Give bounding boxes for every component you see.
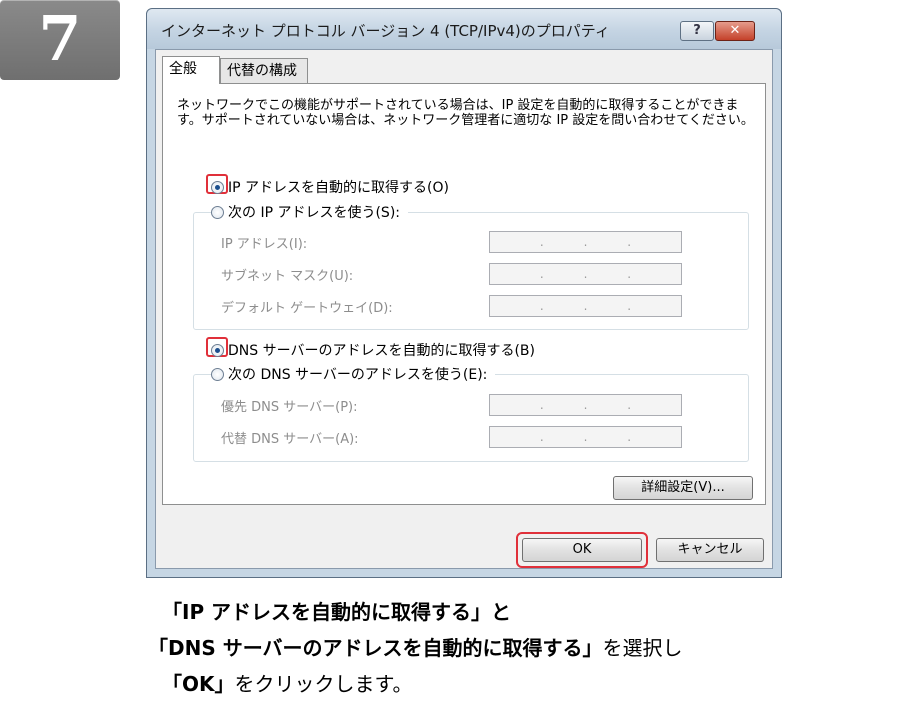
help-button[interactable]: ?	[680, 21, 714, 41]
title-bar[interactable]: インターネット プロトコル バージョン 4 (TCP/IPv4)のプロパティ ?…	[147, 9, 781, 49]
ip-address-label: IP アドレス(I):	[221, 237, 308, 252]
dialog-client-area: 全般 代替の構成 ネットワークでこの機能がサポートされている場合は、IP 設定を…	[155, 49, 773, 569]
default-gateway-input[interactable]: ...	[489, 295, 682, 317]
alternate-dns-label: 代替 DNS サーバー(A):	[221, 432, 359, 447]
cancel-button[interactable]: キャンセル	[656, 538, 764, 562]
subnet-mask-label: サブネット マスク(U):	[221, 269, 354, 284]
ip-auto-label[interactable]: IP アドレスを自動的に取得する(O)	[228, 177, 449, 197]
caption-line-2-normal: を選択し	[602, 636, 683, 660]
ip-manual-radio[interactable]	[211, 205, 224, 219]
ip-auto-radio-row[interactable]: IP アドレスを自動的に取得する(O)	[211, 177, 449, 197]
dns-manual-group	[193, 374, 749, 462]
preferred-dns-input[interactable]: ...	[489, 394, 682, 416]
ip-manual-radio-row[interactable]: 次の IP アドレスを使う(S):	[211, 202, 408, 222]
step-badge: 7	[0, 0, 120, 80]
caption-line-1: 「IP アドレスを自動的に取得する」と	[162, 600, 512, 624]
window-title: インターネット プロトコル バージョン 4 (TCP/IPv4)のプロパティ	[161, 22, 610, 40]
dns-manual-radio-row[interactable]: 次の DNS サーバーのアドレスを使う(E):	[211, 364, 496, 384]
caption-line-2: 「DNS サーバーのアドレスを自動的に取得する」を選択し	[148, 632, 683, 661]
tab-panel-general: ネットワークでこの機能がサポートされている場合は、IP 設定を自動的に取得するこ…	[162, 83, 766, 505]
close-button[interactable]: ✕	[715, 21, 755, 41]
dns-auto-label[interactable]: DNS サーバーのアドレスを自動的に取得する(B)	[228, 340, 535, 360]
dns-manual-radio[interactable]	[211, 367, 224, 381]
dns-auto-radio[interactable]	[211, 343, 224, 357]
dns-manual-label[interactable]: 次の DNS サーバーのアドレスを使う(E):	[228, 364, 487, 384]
alternate-dns-input[interactable]: ...	[489, 426, 682, 448]
ip-address-input[interactable]: ...	[489, 231, 682, 253]
caption-line-2-bold: 「DNS サーバーのアドレスを自動的に取得する」	[148, 636, 603, 660]
properties-dialog: インターネット プロトコル バージョン 4 (TCP/IPv4)のプロパティ ?…	[146, 8, 782, 578]
intro-text: ネットワークでこの機能がサポートされている場合は、IP 設定を自動的に取得するこ…	[177, 98, 754, 128]
advanced-button[interactable]: 詳細設定(V)...	[613, 476, 753, 500]
step-number: 7	[38, 2, 82, 75]
preferred-dns-label: 優先 DNS サーバー(P):	[221, 400, 358, 415]
caption-line-3-normal: をクリックします。	[234, 672, 413, 696]
ok-button[interactable]: OK	[522, 538, 642, 562]
caption-line-3-bold: 「OK」	[162, 672, 235, 696]
tab-general[interactable]: 全般	[162, 56, 220, 84]
tab-alternate-configuration[interactable]: 代替の構成	[220, 58, 308, 84]
dns-auto-radio-row[interactable]: DNS サーバーのアドレスを自動的に取得する(B)	[211, 340, 535, 360]
ip-auto-radio[interactable]	[211, 180, 224, 194]
ip-manual-label[interactable]: 次の IP アドレスを使う(S):	[228, 202, 400, 222]
caption-line-3: 「OK」をクリックします。	[162, 668, 413, 697]
default-gateway-label: デフォルト ゲートウェイ(D):	[221, 301, 393, 316]
subnet-mask-input[interactable]: ...	[489, 263, 682, 285]
